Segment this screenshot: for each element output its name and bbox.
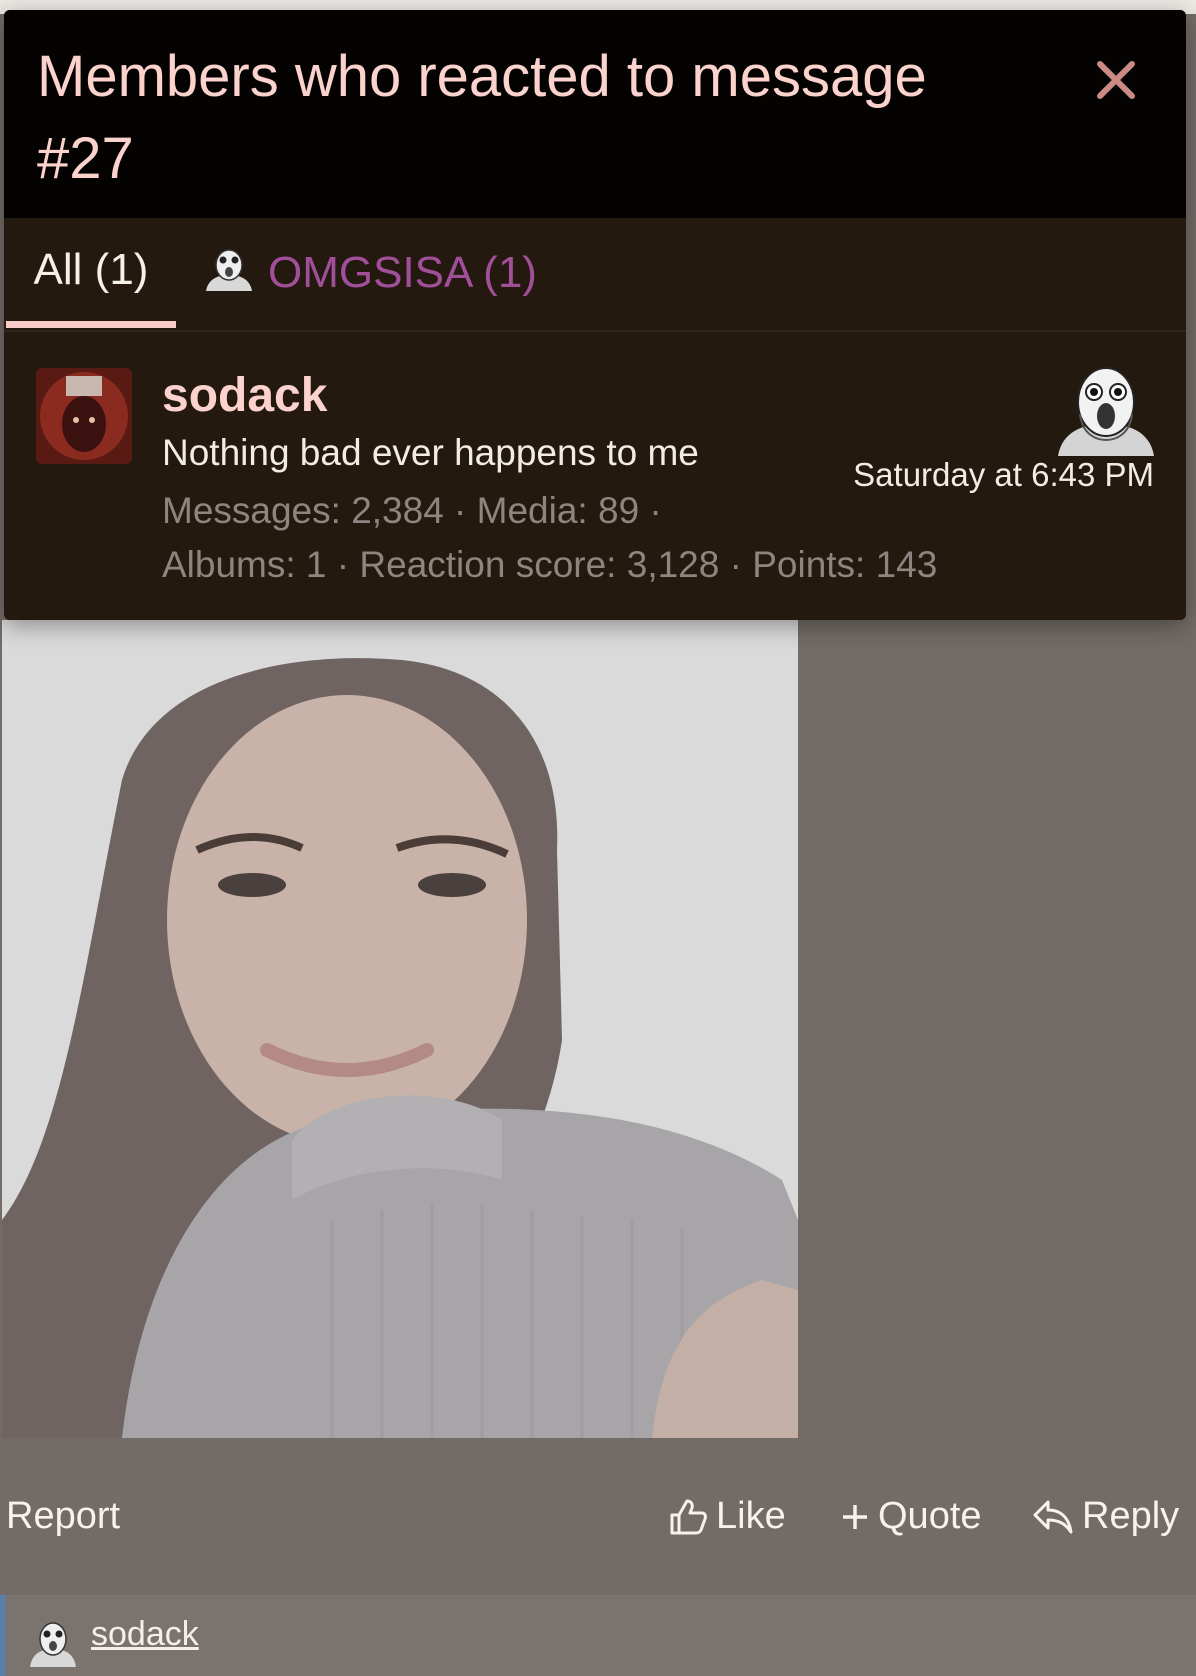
reactions-bar: sodack	[0, 1595, 1196, 1676]
reactions-modal: Members who reacted to message #27 All (…	[4, 10, 1186, 620]
like-button[interactable]: Like	[668, 1495, 786, 1538]
reaction-user-link[interactable]: sodack	[91, 1615, 199, 1654]
tab-omgsisa-label: OMGSISA (1)	[268, 248, 537, 297]
tab-all[interactable]: All (1)	[6, 218, 176, 328]
close-button[interactable]	[1084, 50, 1148, 114]
report-label: Report	[6, 1495, 121, 1537]
member-username[interactable]: sodack	[162, 368, 327, 423]
report-link[interactable]: Report	[6, 1495, 120, 1538]
reply-button[interactable]: Reply	[1032, 1495, 1179, 1538]
post-image[interactable]	[2, 620, 798, 1438]
thumbs-up-icon	[668, 1497, 708, 1537]
modal-header: Members who reacted to message #27	[4, 10, 1186, 218]
tab-omgsisa[interactable]: OMGSISA (1)	[204, 218, 537, 328]
reply-arrow-icon	[1032, 1498, 1074, 1536]
omgsisa-reaction-icon	[1056, 362, 1156, 456]
reaction-tabs: All (1) OMGSISA (1)	[4, 218, 1186, 332]
plus-icon	[840, 1502, 870, 1532]
avatar[interactable]	[36, 368, 132, 464]
tab-all-label: All (1)	[33, 244, 149, 294]
reaction-timestamp: Saturday at 6:43 PM	[853, 456, 1154, 493]
omgsisa-reaction-icon	[28, 1617, 78, 1667]
post-action-bar: Report Like Quote Reply	[0, 1495, 1196, 1555]
quote-button[interactable]: Quote	[840, 1495, 982, 1538]
like-label: Like	[716, 1495, 786, 1537]
post-photo	[2, 620, 798, 1438]
modal-title: Members who reacted to message #27	[37, 44, 927, 191]
quote-label: Quote	[878, 1495, 982, 1537]
reply-label: Reply	[1082, 1495, 1180, 1537]
member-row: sodack Nothing bad ever happens to me Me…	[4, 332, 1186, 620]
member-user-title: Nothing bad ever happens to me	[162, 432, 699, 473]
close-icon	[1096, 60, 1136, 105]
member-stats: Messages: 2,384 · Media: 89 · Albums: 1 …	[162, 484, 982, 592]
member-stats-line-2: Albums: 1 · Reaction score: 3,128 · Poin…	[162, 544, 938, 585]
omgsisa-reaction-icon	[204, 245, 254, 302]
